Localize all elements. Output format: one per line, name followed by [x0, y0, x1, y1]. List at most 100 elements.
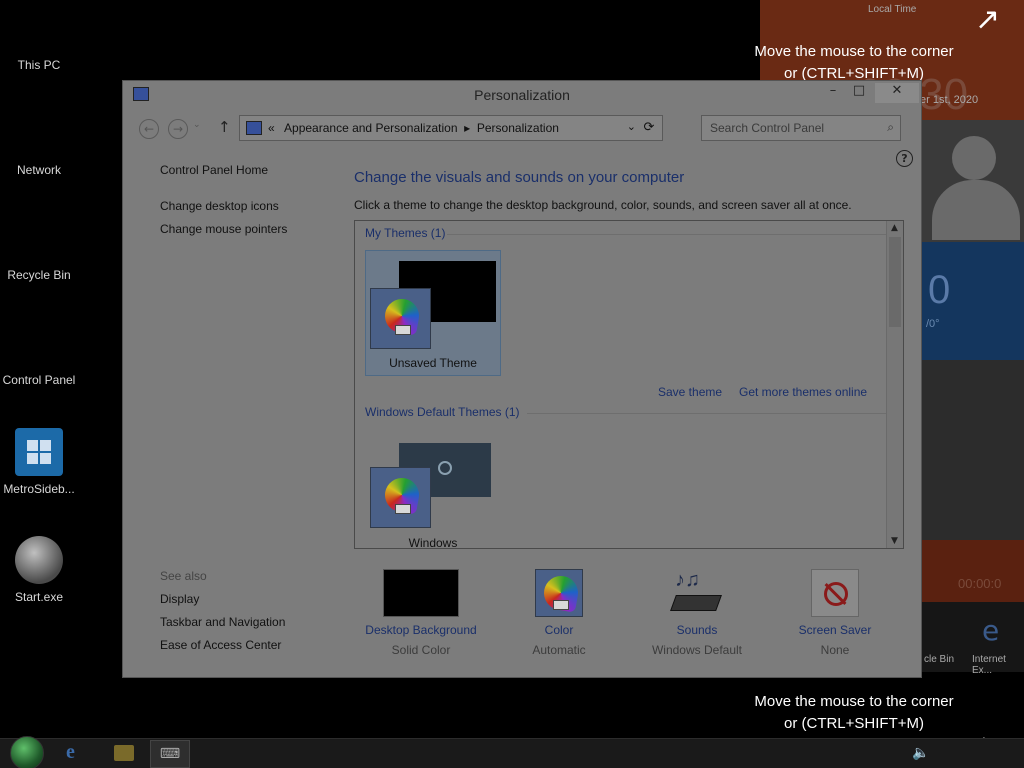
scroll-up-icon[interactable]: ▲ — [891, 223, 898, 233]
sidebar-timer-tile[interactable]: 00:00:0 — [922, 540, 1024, 602]
desktop-icon-label: Control Panel — [2, 373, 76, 387]
theme-color-icon — [370, 467, 431, 528]
metro-sidebar-icon — [15, 428, 63, 476]
maximize-button[interactable]: □ — [845, 83, 873, 103]
screen-saver-icon — [811, 569, 859, 617]
setting-value: Windows Default — [651, 643, 743, 657]
help-icon[interactable]: ? — [896, 150, 913, 167]
close-button[interactable]: ✕ — [875, 83, 919, 103]
setting-value: Solid Color — [391, 643, 451, 657]
desktop-icon-recycle-bin[interactable]: Recycle Bin — [0, 268, 78, 282]
control-panel-home-link[interactable]: Control Panel Home — [160, 163, 268, 177]
group-title-my-themes[interactable]: My Themes (1) — [365, 226, 445, 240]
desktop-background-setting[interactable]: Desktop Background Solid Color — [359, 569, 483, 657]
recycle-bin-tile-label[interactable]: cle Bin — [924, 654, 954, 665]
taskbar-navigation-link[interactable]: Taskbar and Navigation — [160, 615, 285, 629]
sidebar-user-tile[interactable] — [922, 120, 1024, 242]
color-icon — [535, 569, 583, 617]
page-description: Click a theme to change the desktop back… — [354, 198, 852, 212]
volume-icon[interactable]: 🔈 — [912, 745, 929, 768]
up-button[interactable]: ↑ — [218, 118, 231, 136]
get-more-themes-link[interactable]: Get more themes online — [739, 385, 867, 399]
color-setting[interactable]: Color Automatic — [509, 569, 609, 657]
search-icon[interactable]: ⌕ — [887, 120, 894, 135]
hint-line: or (CTRL+SHIFT+M) — [783, 715, 924, 732]
title-bar[interactable]: Personalization – □ ✕ — [123, 81, 921, 111]
hint-line: Move the mouse to the corner — [754, 43, 954, 60]
weather-value: 0 — [928, 268, 951, 312]
refresh-button[interactable]: ⟳ — [640, 119, 658, 135]
breadcrumb: « Appearance and Personalization ▸ Perso… — [268, 121, 559, 135]
taskbar: e ⌨ 🔈 — [0, 736, 1024, 768]
internet-explorer-tile-label[interactable]: Internet Ex... — [972, 654, 1024, 676]
setting-title[interactable]: Screen Saver — [773, 623, 897, 637]
file-explorer-taskbar-icon[interactable] — [114, 745, 134, 761]
change-mouse-pointers-link[interactable]: Change mouse pointers — [160, 222, 287, 236]
desktop-icon-label: Network — [16, 163, 61, 177]
desktop-icon-network[interactable]: Network — [0, 163, 78, 177]
theme-tile-unsaved[interactable]: Unsaved Theme — [365, 250, 501, 376]
setting-value: None — [820, 643, 850, 657]
forward-button[interactable]: → — [168, 119, 188, 139]
breadcrumb-separator-icon[interactable]: ▸ — [464, 121, 470, 135]
desktop-icon-label: Start.exe — [14, 590, 64, 604]
screen-saver-setting[interactable]: Screen Saver None — [773, 569, 897, 657]
address-dropdown-icon[interactable]: ⌄ — [627, 120, 636, 133]
local-time-label: Local Time — [868, 4, 917, 15]
start-orb-icon[interactable] — [10, 736, 44, 768]
corner-hint-bottom: Move the mouse to the corner or (CTRL+SH… — [734, 691, 974, 735]
recent-locations-icon[interactable]: ⌄ — [193, 120, 201, 130]
desktop: Local Time 00:30 er 1st, 2020 0 /0° 00:0… — [0, 0, 1024, 768]
window-title: Personalization — [474, 87, 570, 103]
breadcrumb-overflow[interactable]: « — [268, 121, 275, 135]
address-bar[interactable]: « Appearance and Personalization ▸ Perso… — [239, 115, 663, 141]
desktop-icon-metrosidebar[interactable]: MetroSideb... — [0, 428, 78, 496]
desktop-icon-control-panel[interactable]: Control Panel — [0, 373, 78, 387]
group-title-windows-default[interactable]: Windows Default Themes (1) — [365, 405, 520, 419]
search-input[interactable]: Search Control Panel ⌕ — [701, 115, 901, 141]
scroll-thumb[interactable] — [889, 237, 901, 327]
page-title: Change the visuals and sounds on your co… — [354, 169, 685, 186]
setting-title[interactable]: Color — [509, 623, 609, 637]
ease-of-access-link[interactable]: Ease of Access Center — [160, 638, 281, 652]
theme-list-scrollbar[interactable]: ▲ ▼ — [886, 221, 903, 548]
sidebar-bottom-tiles: cle Bin Internet Ex... e — [922, 602, 1024, 676]
setting-title[interactable]: Desktop Background — [359, 623, 483, 637]
personalization-window: Personalization – □ ✕ ← → ⌄ ↑ « Appearan… — [122, 80, 922, 678]
date-display: er 1st, 2020 — [920, 94, 979, 106]
theme-name: Windows — [408, 536, 458, 549]
save-theme-link[interactable]: Save theme — [658, 385, 722, 399]
theme-list: My Themes (1) Unsaved Theme Save theme G… — [354, 220, 904, 549]
search-placeholder: Search Control Panel — [710, 121, 825, 135]
control-panel-icon — [246, 121, 262, 135]
breadcrumb-personalization[interactable]: Personalization — [477, 121, 559, 135]
theme-color-icon — [370, 288, 431, 349]
setting-title[interactable]: Sounds — [635, 623, 759, 637]
desktop-icon-this-pc[interactable]: This PC — [0, 58, 78, 72]
user-body-icon — [932, 180, 1020, 240]
internet-explorer-icon: e — [982, 614, 1000, 647]
sounds-setting[interactable]: ♪♫ Sounds Windows Default — [635, 569, 759, 657]
corner-hint-top: Move the mouse to the corner or (CTRL+SH… — [734, 41, 974, 85]
internet-explorer-taskbar-icon[interactable]: e — [66, 741, 90, 767]
navigation-bar: ← → ⌄ ↑ « Appearance and Personalization… — [131, 115, 915, 141]
sounds-icon: ♪♫ — [670, 569, 723, 617]
timer-display: 00:00:0 — [958, 576, 1002, 591]
display-link[interactable]: Display — [160, 592, 199, 606]
desktop-icon-start-exe[interactable]: Start.exe — [0, 536, 78, 604]
scroll-down-icon[interactable]: ▼ — [891, 536, 898, 546]
minimize-button[interactable]: – — [819, 83, 847, 103]
see-also-label: See also — [160, 569, 207, 583]
weather-sub: /0° — [926, 318, 940, 330]
group-divider — [527, 413, 887, 414]
sidebar-weather-tile[interactable]: 0 /0° — [922, 242, 1024, 360]
desktop-icon-label: MetroSideb... — [3, 482, 75, 496]
breadcrumb-appearance[interactable]: Appearance and Personalization — [284, 121, 457, 135]
group-divider — [447, 234, 887, 235]
change-desktop-icons-link[interactable]: Change desktop icons — [160, 199, 279, 213]
on-screen-keyboard-taskbar-icon[interactable]: ⌨ — [150, 740, 190, 768]
back-button[interactable]: ← — [139, 119, 159, 139]
desktop-icon-label: This PC — [17, 58, 61, 72]
setting-value: Automatic — [532, 643, 586, 657]
desktop-background-icon — [383, 569, 459, 617]
